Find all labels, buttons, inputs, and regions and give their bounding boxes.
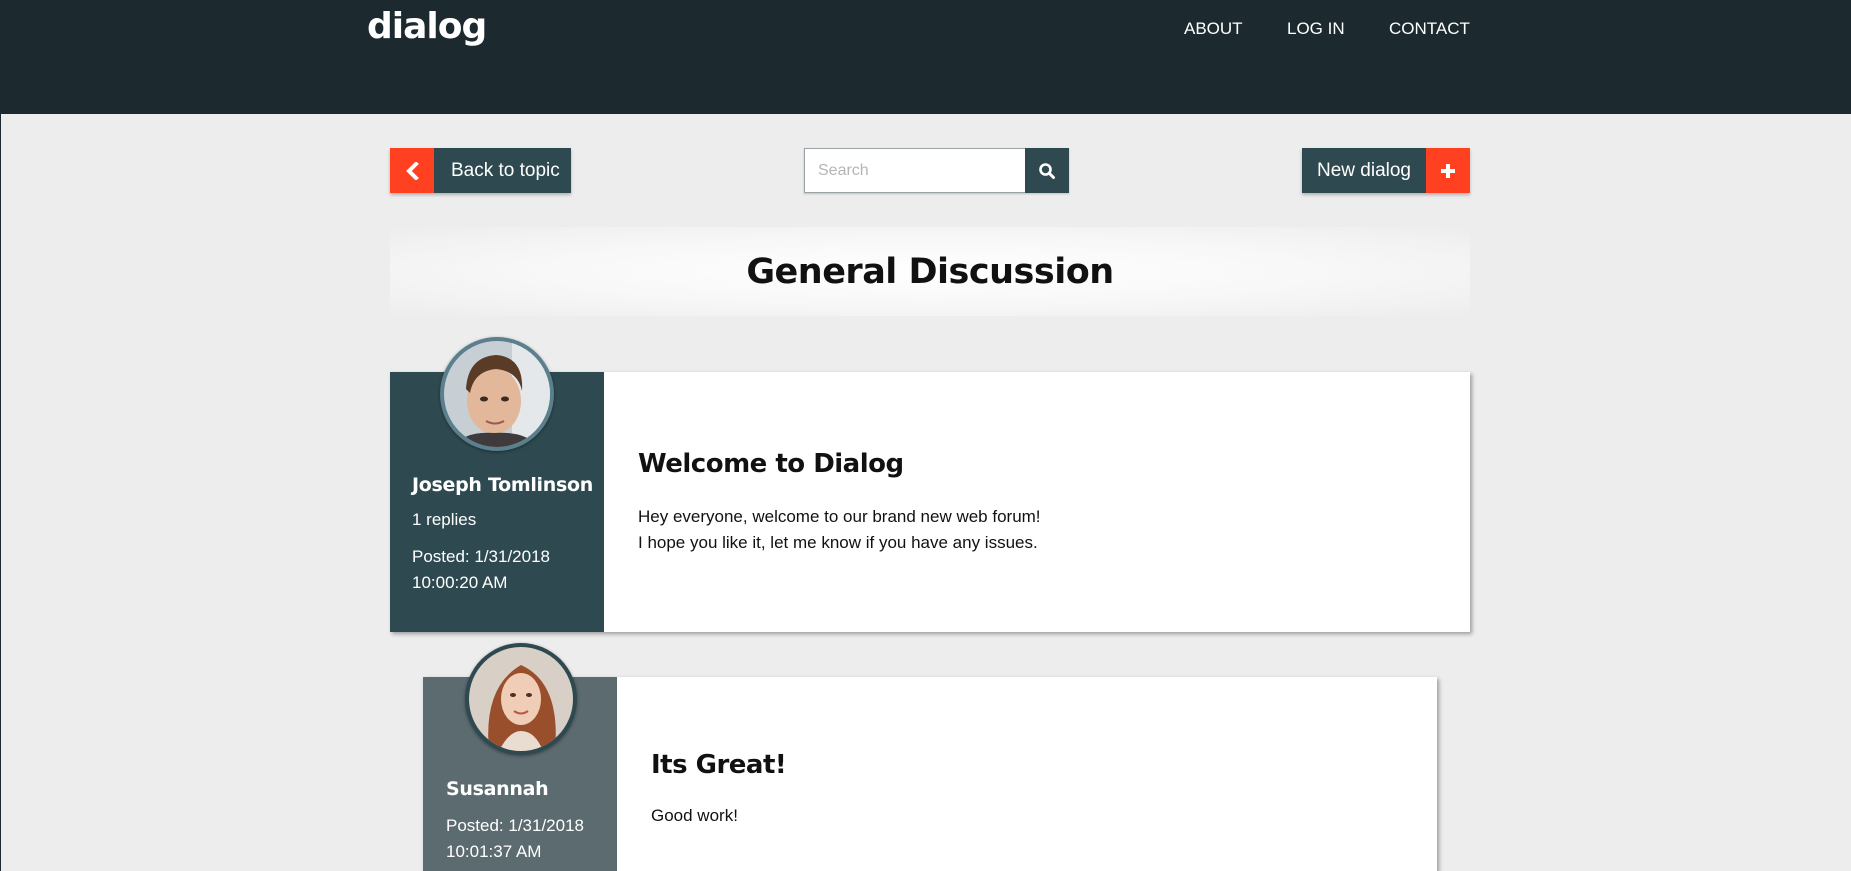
- post-title: Welcome to Dialog: [638, 449, 904, 479]
- topic-heading-band: General Discussion: [390, 227, 1470, 316]
- post-time: 10:01:37 AM: [446, 842, 542, 861]
- post-date: Posted: 1/31/2018: [412, 547, 551, 566]
- page-title: General Discussion: [746, 251, 1114, 292]
- chevron-left-icon: [390, 148, 434, 193]
- nav-contact[interactable]: CONTACT: [1389, 18, 1470, 40]
- post-card: Joseph Tomlinson 1 replies Posted: 1/31/…: [390, 337, 1470, 632]
- top-header: dialog ABOUT LOG IN CONTACT: [0, 0, 1851, 114]
- plus-icon: [1426, 148, 1470, 193]
- nav-login[interactable]: LOG IN: [1287, 18, 1345, 40]
- new-dialog-label: New dialog: [1302, 148, 1426, 193]
- search-button[interactable]: [1025, 148, 1069, 193]
- back-to-topic-label: Back to topic: [434, 148, 571, 193]
- page-left-border: [0, 114, 1, 871]
- post-replies-count: 1 replies: [412, 510, 477, 529]
- post-author-name[interactable]: Joseph Tomlinson: [412, 474, 593, 496]
- post-body-line: I hope you like it, let me know if you h…: [638, 533, 1038, 552]
- new-dialog-button[interactable]: New dialog: [1302, 148, 1470, 193]
- post-author-panel: Susannah Posted: 1/31/2018 10:01:37 AM: [423, 643, 617, 871]
- search-input[interactable]: [804, 148, 1025, 193]
- avatar[interactable]: [440, 337, 554, 451]
- post-author-panel: Joseph Tomlinson 1 replies Posted: 1/31/…: [390, 337, 604, 632]
- post-title: Its Great!: [651, 750, 787, 780]
- avatar[interactable]: [465, 643, 577, 755]
- search-box: [804, 148, 1069, 193]
- post-body-line: Hey everyone, welcome to our brand new w…: [638, 507, 1041, 526]
- reply-card: Susannah Posted: 1/31/2018 10:01:37 AM I…: [423, 643, 1437, 871]
- main-nav: ABOUT LOG IN CONTACT: [0, 18, 1851, 42]
- post-date: Posted: 1/31/2018: [446, 816, 585, 835]
- search-icon: [1039, 162, 1055, 179]
- post-body-line: Good work!: [651, 806, 738, 825]
- post-author-name[interactable]: Susannah: [446, 778, 549, 800]
- back-to-topic-button[interactable]: Back to topic: [390, 148, 571, 193]
- post-time: 10:00:20 AM: [412, 573, 508, 592]
- nav-about[interactable]: ABOUT: [1184, 18, 1243, 40]
